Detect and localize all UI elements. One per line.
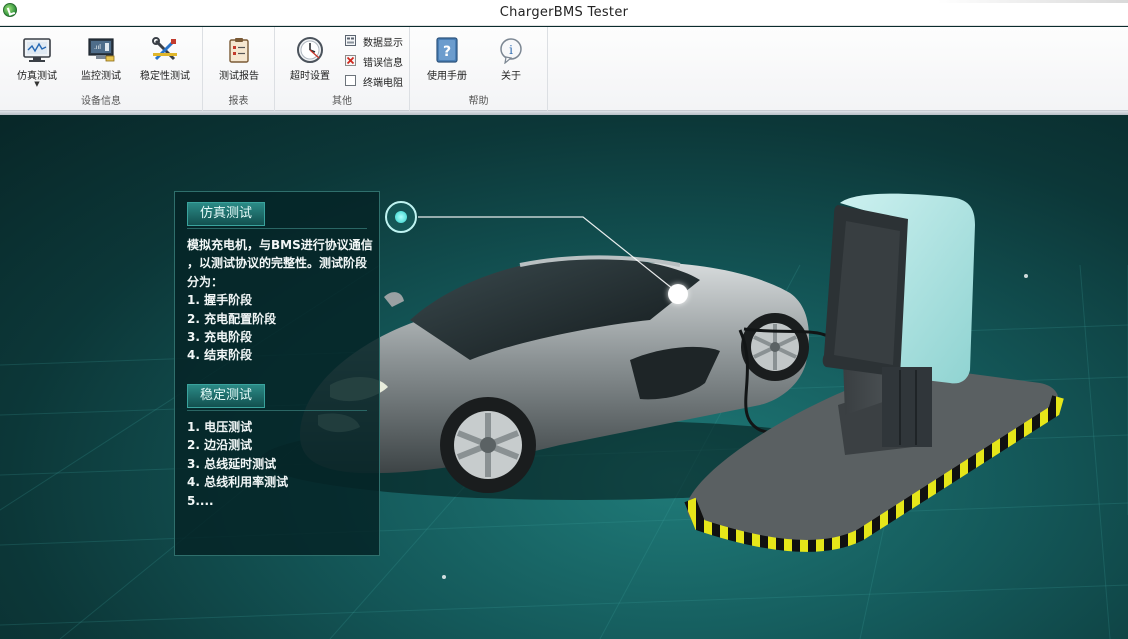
svg-text:?: ? <box>443 44 451 60</box>
test-report-label: 测试报告 <box>219 71 259 82</box>
error-info-label: 错误信息 <box>363 58 403 69</box>
stab-line: 3. 总线延时测试 <box>187 456 277 471</box>
monitor-icon <box>23 38 51 62</box>
sim-test-description: 模拟充电机，与BMS进行协议通信 ，以测试协议的完整性。测试阶段 分为： 1. … <box>187 236 373 365</box>
stab-line: 4. 总线利用率测试 <box>187 475 289 490</box>
window-title: ChargerBMS Tester <box>499 5 629 20</box>
panel-divider <box>187 410 367 411</box>
info-icon: i <box>500 38 522 64</box>
ribbon-toolbar: 仿真测试 ▼ .ııl 监控测试 稳定性测试 设备信息 测试报告 报表 超时设置… <box>0 27 1128 111</box>
timeout-settings-button[interactable]: 超时设置 <box>279 33 341 93</box>
title-bar: ChargerBMS Tester <box>0 0 1128 26</box>
stability-test-button[interactable]: 稳定性测试 <box>134 33 196 93</box>
group-label-help: 帮助 <box>468 96 489 107</box>
stability-test-tab[interactable]: 稳定测试 <box>187 384 265 408</box>
error-info-button[interactable]: 错误信息 <box>345 53 415 69</box>
error-icon <box>345 55 356 66</box>
charging-port-hotspot[interactable] <box>668 284 688 304</box>
stability-test-label: 稳定性测试 <box>140 71 190 82</box>
clipboard-icon <box>229 38 249 63</box>
svg-text:i: i <box>509 43 513 57</box>
callout-marker-core <box>395 211 407 223</box>
sim-line: 1. 握手阶段 <box>187 293 253 308</box>
sim-line: 3. 充电阶段 <box>187 330 253 345</box>
stab-line: 2. 边沿测试 <box>187 438 253 453</box>
data-display-label: 数据显示 <box>363 38 403 49</box>
stab-line: 5.... <box>187 493 214 508</box>
sim-line: 2. 充电配置阶段 <box>187 311 277 326</box>
title-bar-decoration <box>938 0 1128 3</box>
ribbon-group-help: ? 使用手册 i 关于 帮助 <box>410 27 548 111</box>
timeout-settings-label: 超时设置 <box>290 71 330 82</box>
help-book-icon: ? <box>436 37 458 63</box>
sim-line: 分为： <box>187 274 224 289</box>
sim-test-tab[interactable]: 仿真测试 <box>187 202 265 226</box>
tools-icon <box>152 37 177 61</box>
svg-text:.ııl: .ııl <box>94 44 101 51</box>
checkbox-icon[interactable] <box>345 75 356 86</box>
about-label: 关于 <box>501 71 521 82</box>
monitor-test-button[interactable]: .ııl 监控测试 <box>70 33 132 93</box>
data-grid-icon <box>345 35 356 46</box>
stability-test-description: 1. 电压测试 2. 边沿测试 3. 总线延时测试 4. 总线利用率测试 5..… <box>187 418 373 510</box>
user-manual-button[interactable]: ? 使用手册 <box>416 33 478 93</box>
panel-divider <box>187 228 367 229</box>
ribbon-group-device-info: 仿真测试 ▼ .ııl 监控测试 稳定性测试 设备信息 <box>0 27 203 111</box>
group-label-report: 报表 <box>228 96 249 107</box>
sim-test-button[interactable]: 仿真测试 ▼ <box>6 33 68 93</box>
sim-line: ，以测试协议的完整性。测试阶段 <box>187 256 368 271</box>
charging-scene-illustration <box>0 193 1128 639</box>
clock-icon <box>297 37 323 63</box>
stab-line: 1. 电压测试 <box>187 420 253 434</box>
data-display-button[interactable]: 数据显示 <box>345 33 415 49</box>
ribbon-group-report: 测试报告 报表 <box>203 27 275 111</box>
sim-line: 模拟充电机，与BMS进行协议通信 <box>187 238 373 252</box>
main-stage: 仿真测试 模拟充电机，与BMS进行协议通信 ，以测试协议的完整性。测试阶段 分为… <box>0 115 1128 639</box>
sim-line: 4. 结束阶段 <box>187 348 253 363</box>
user-manual-label: 使用手册 <box>427 71 467 82</box>
chevron-down-icon[interactable]: ▼ <box>6 80 68 88</box>
info-panel: 仿真测试 模拟充电机，与BMS进行协议通信 ，以测试协议的完整性。测试阶段 分为… <box>174 191 380 556</box>
monitor-test-label: 监控测试 <box>81 71 121 82</box>
group-label-other: 其他 <box>332 96 352 107</box>
terminal-resistor-toggle[interactable]: 终端电阻 <box>345 73 415 89</box>
test-report-button[interactable]: 测试报告 <box>208 33 270 93</box>
about-button[interactable]: i 关于 <box>480 33 542 93</box>
callout-marker-ring[interactable] <box>385 201 417 233</box>
monitor-screen-icon: .ııl <box>88 38 115 62</box>
terminal-resistor-label: 终端电阻 <box>363 78 403 89</box>
group-label-device-info: 设备信息 <box>81 96 121 107</box>
